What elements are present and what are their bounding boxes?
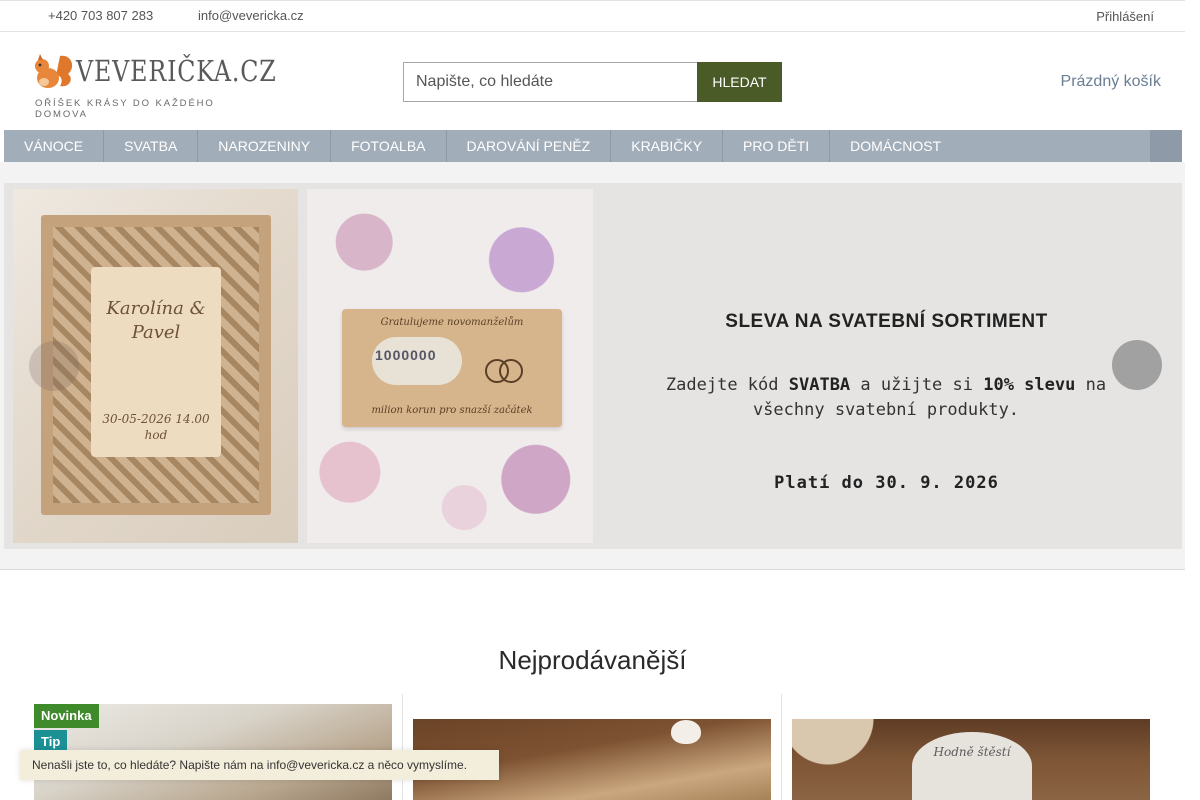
product-card[interactable]: Hodně štěstí bbox=[792, 694, 1150, 800]
coffee-cup bbox=[792, 719, 882, 769]
heart-decoration bbox=[671, 720, 701, 744]
squirrel-logo-icon bbox=[35, 54, 73, 88]
help-toast[interactable]: Nenašli jste to, co hledáte? Napište nám… bbox=[20, 750, 499, 780]
money-gift-photo: Gratulujeme novomanželům 1000000 milion … bbox=[307, 189, 593, 543]
promo-valid-until: Platí do 30. 9. 2026 bbox=[774, 473, 999, 493]
nav-item-krabicky[interactable]: KRABIČKY bbox=[611, 130, 724, 162]
invitation-names: Karolína & Pavel bbox=[106, 298, 206, 343]
rings-icon bbox=[485, 359, 523, 383]
hero-banner[interactable]: Karolína & Pavel 30-05-2026 14.00 hod Gr… bbox=[4, 183, 1182, 549]
promo-text-mid: a užijte si bbox=[850, 375, 984, 395]
nav-item-vanoce[interactable]: VÁNOCE bbox=[4, 130, 105, 162]
top-bar: +420 703 807 283 info@vevericka.cz Přihl… bbox=[0, 0, 1185, 32]
email-link[interactable]: info@vevericka.cz bbox=[198, 8, 304, 23]
promo-title: SLEVA NA SVATEBNÍ SORTIMENT bbox=[725, 311, 1048, 332]
plate-bottom-text: milion korun pro snazší začátek bbox=[371, 405, 533, 416]
phone-link[interactable]: +420 703 807 283 bbox=[48, 8, 153, 23]
promo-text-pre: Zadejte kód bbox=[665, 375, 789, 395]
nav-filler bbox=[961, 130, 1150, 162]
nav-item-fotoalba[interactable]: FOTOALBA bbox=[331, 130, 447, 162]
nav-item-narozeniny[interactable]: NAROZENINY bbox=[198, 130, 332, 162]
hero-section: Karolína & Pavel 30-05-2026 14.00 hod Gr… bbox=[0, 162, 1185, 570]
cart-link[interactable]: Prázdný košík bbox=[1061, 73, 1161, 91]
logo[interactable]: VEVERIČKA.CZ OŘÍŠEK KRÁSY DO KAŽDÉHO DOM… bbox=[30, 50, 276, 120]
logo-text: VEVERIČKA.CZ bbox=[76, 54, 277, 88]
invitation-date: 30-05-2026 14.00 hod bbox=[102, 412, 210, 442]
promo-text: Zadejte kód SVATBA a užijte si 10% slevu… bbox=[636, 373, 1136, 423]
product-card[interactable] bbox=[413, 694, 771, 800]
section-title: Nejprodávanější bbox=[498, 645, 687, 675]
search-button[interactable]: HLEDAT bbox=[697, 62, 782, 102]
promo-discount: 10% slevu bbox=[983, 375, 1076, 395]
header: VEVERIČKA.CZ OŘÍŠEK KRÁSY DO KAŽDÉHO DOM… bbox=[0, 32, 1185, 130]
nav-item-domacnost[interactable]: DOMÁCNOST bbox=[830, 130, 961, 162]
product-divider bbox=[402, 694, 403, 800]
napkin bbox=[912, 732, 1032, 800]
promo-code: SVATBA bbox=[788, 375, 851, 395]
badge-new: Novinka bbox=[34, 704, 99, 728]
napkin-text: Hodně štěstí bbox=[933, 745, 1011, 759]
nav-item-pro-deti[interactable]: PRO DĚTI bbox=[723, 130, 831, 162]
main-nav: VÁNOCE SVATBA NAROZENINY FOTOALBA DAROVÁ… bbox=[4, 130, 1182, 162]
login-link[interactable]: Přihlášení bbox=[1096, 9, 1154, 24]
plate-top-text: Gratulujeme novomanželům bbox=[380, 317, 524, 328]
nav-item-darovani-penez[interactable]: DAROVÁNÍ PENĚZ bbox=[447, 130, 612, 162]
nav-item-svatba[interactable]: SVATBA bbox=[104, 130, 199, 162]
slider-next-icon[interactable] bbox=[1112, 340, 1162, 390]
slider-prev-icon[interactable] bbox=[29, 341, 79, 391]
banknote-text: 1000000 bbox=[375, 347, 437, 363]
logo-tagline: OŘÍŠEK KRÁSY DO KAŽDÉHO DOMOVA bbox=[35, 98, 215, 120]
search-form: HLEDAT bbox=[403, 62, 782, 102]
nav-menu-toggle[interactable] bbox=[1150, 130, 1182, 162]
search-input[interactable] bbox=[403, 62, 697, 102]
product-divider bbox=[781, 694, 782, 800]
